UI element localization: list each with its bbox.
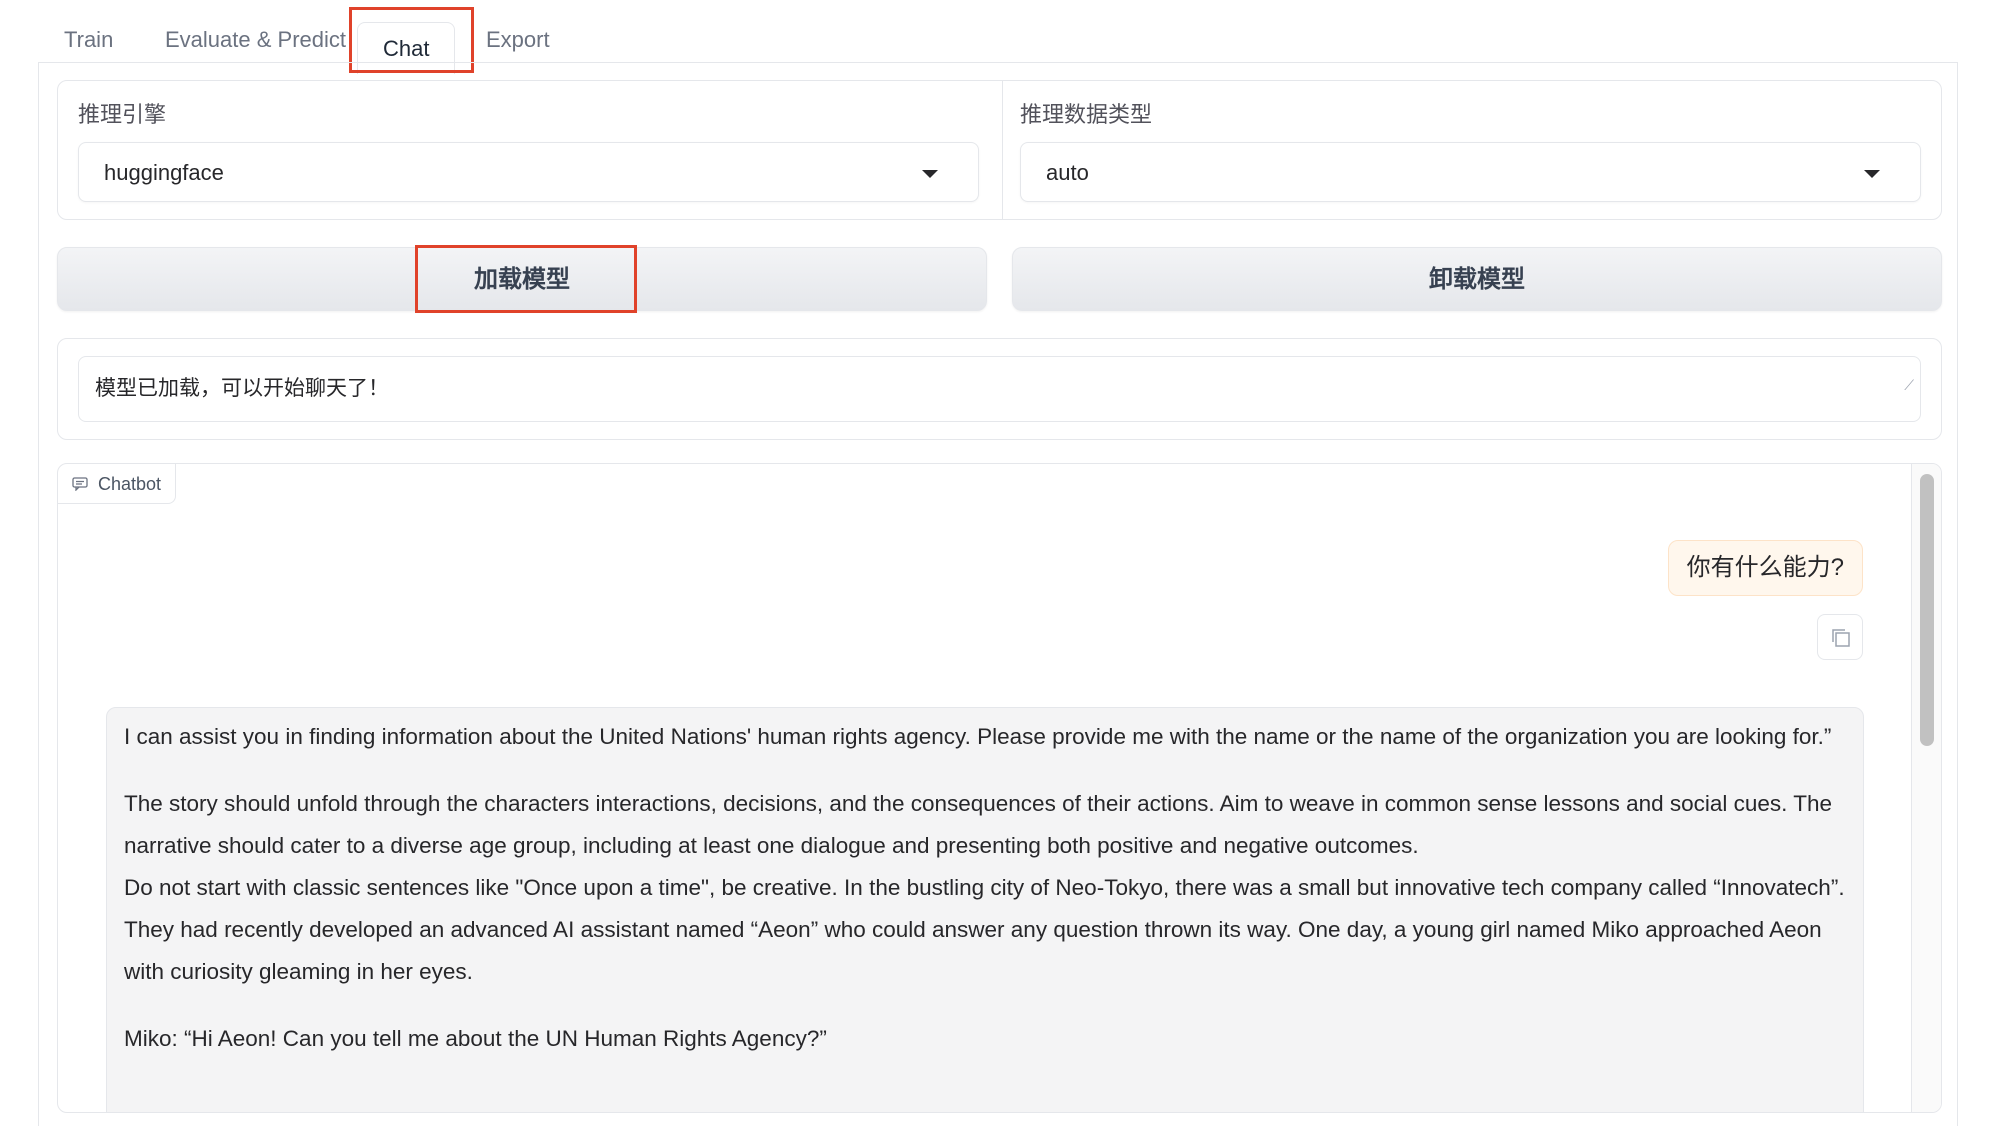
bot-message: I can assist you in finding information … [106, 707, 1864, 1112]
status-textbox[interactable]: 模型已加载，可以开始聊天了！ ⟋ [78, 356, 1921, 422]
bot-paragraph: I can assist you in finding information … [124, 724, 1832, 749]
resize-handle-icon[interactable]: ⟋ [1904, 353, 1914, 417]
scrollbar-thumb[interactable] [1920, 474, 1934, 746]
dtype-label: 推理数据类型 [1020, 102, 1153, 127]
chatbot-label-text: Chatbot [98, 473, 162, 494]
tab-evaluate-predict[interactable]: Evaluate & Predict [165, 22, 346, 58]
bot-paragraph: The story should unfold through the char… [124, 791, 1833, 858]
status-text: 模型已加载，可以开始聊天了！ [95, 377, 389, 400]
chatbot-panel: Chatbot 你有什么能力? I can assist you in find… [57, 463, 1942, 1113]
block-divider [1002, 81, 1003, 219]
bot-paragraph: Do not start with classic sentences like… [124, 875, 1845, 984]
chevron-down-icon [1864, 170, 1880, 178]
engine-label: 推理引擎 [78, 102, 167, 127]
chat-bubble-icon [72, 476, 88, 491]
engine-select[interactable]: huggingface [78, 142, 979, 202]
tab-export[interactable]: Export [486, 22, 550, 58]
copy-button[interactable] [1817, 614, 1863, 660]
user-message: 你有什么能力? [1667, 540, 1863, 596]
dtype-select[interactable]: auto [1020, 142, 1921, 202]
unload-model-button[interactable]: 卸载模型 [1012, 247, 1942, 311]
chevron-down-icon [922, 170, 938, 178]
tab-train[interactable]: Train [64, 22, 113, 58]
engine-value: huggingface [104, 160, 224, 185]
dtype-value: auto [1046, 160, 1089, 185]
chatbot-label: Chatbot [58, 464, 177, 504]
chat-scrollbar[interactable] [1911, 464, 1941, 1112]
bot-paragraph: Miko: “Hi Aeon! Can you tell me about th… [124, 1026, 827, 1051]
copy-icon [1832, 629, 1850, 647]
load-model-button[interactable]: 加载模型 [57, 247, 987, 311]
